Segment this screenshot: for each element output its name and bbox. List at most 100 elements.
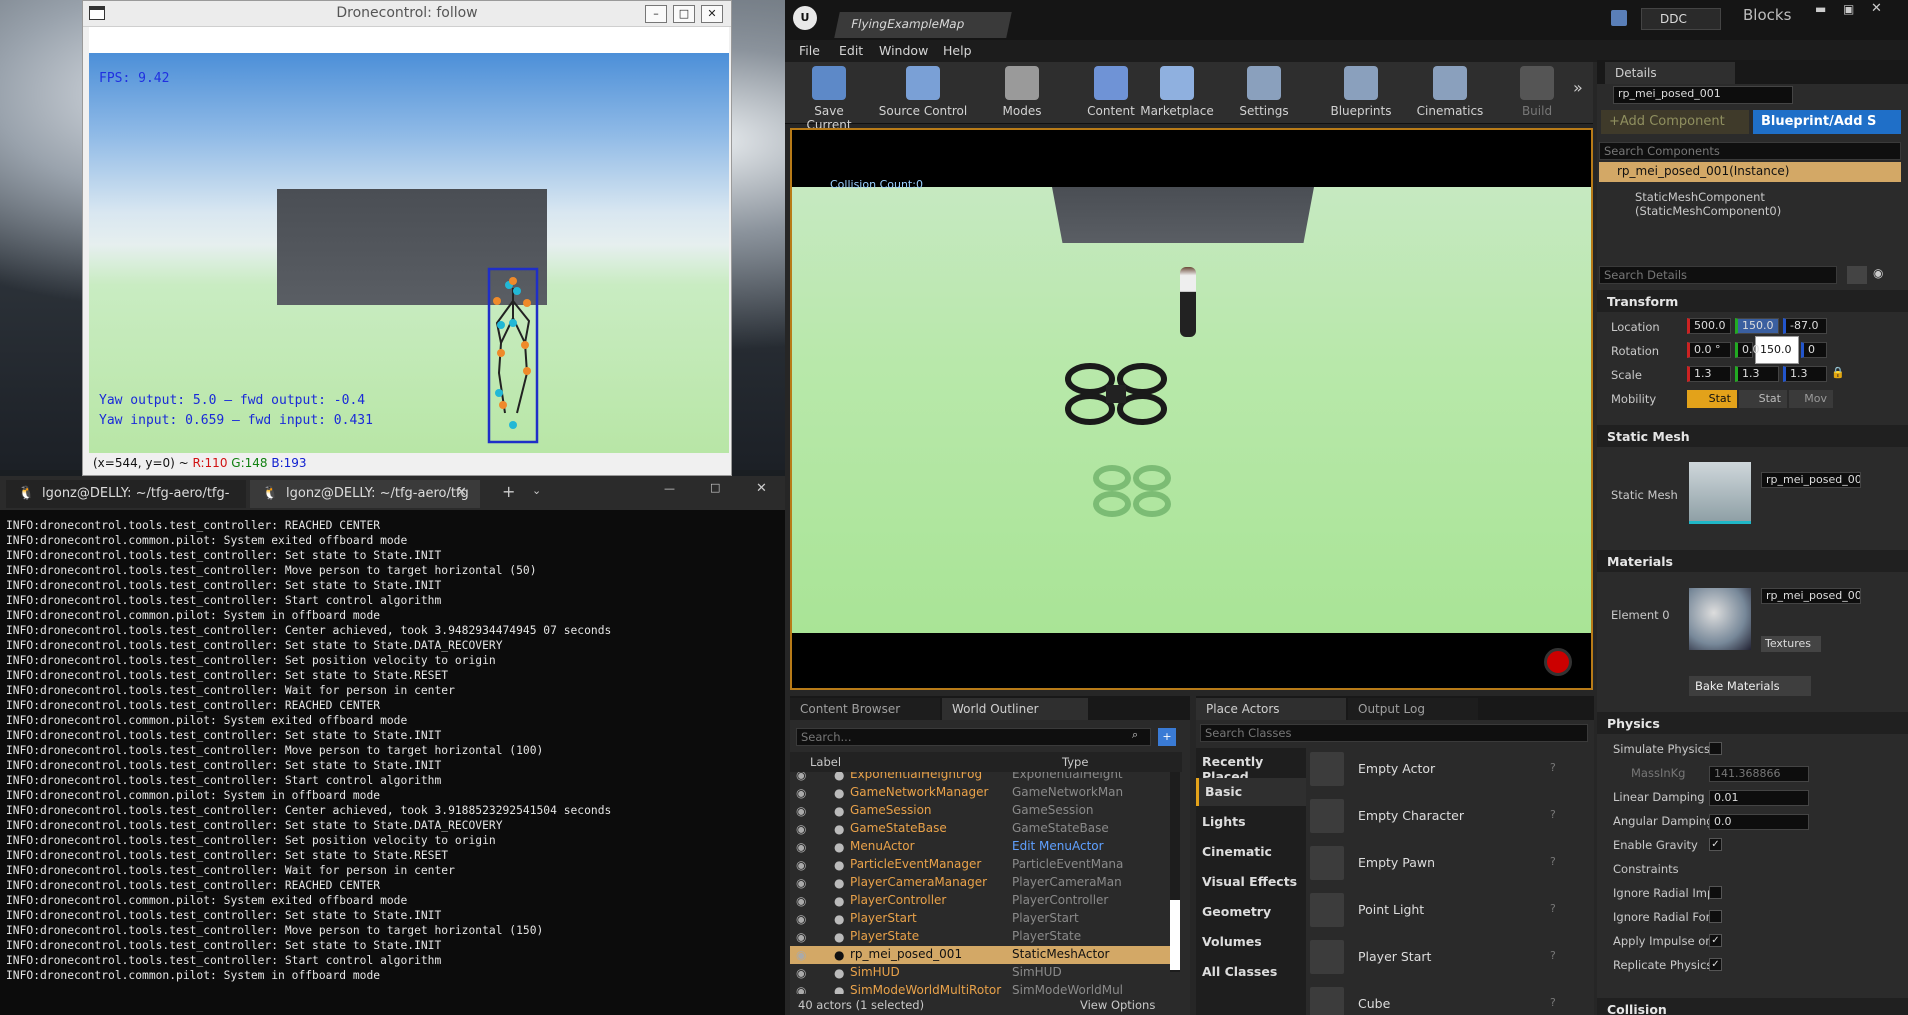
material-thumbnail[interactable] [1689, 588, 1751, 650]
textures-dropdown[interactable]: Textures [1761, 636, 1821, 652]
help-icon[interactable]: ? [1550, 949, 1556, 962]
place-actor-item[interactable]: Empty Pawn? [1310, 842, 1580, 886]
menu-file[interactable]: File [799, 43, 820, 58]
place-actor-item[interactable]: Empty Actor? [1310, 748, 1580, 792]
settings-button[interactable]: Settings [1233, 66, 1295, 118]
outliner-row[interactable]: ◉ ● rp_mei_posed_001 StaticMeshActor [790, 946, 1170, 964]
category-item[interactable]: Basic [1196, 778, 1306, 806]
minimize-icon[interactable]: — [664, 482, 675, 495]
visibility-icon[interactable]: ◉ [796, 786, 806, 800]
minimize-icon[interactable]: – [645, 5, 667, 23]
location-z[interactable]: -87.0 [1783, 318, 1827, 334]
outliner-row[interactable]: ◉ ● PlayerController PlayerController [790, 892, 1170, 910]
outliner-row[interactable]: ◉ ● PlayerStart PlayerStart [790, 910, 1170, 928]
outliner-search[interactable]: Search... [796, 728, 1151, 746]
section-collision[interactable]: Collision [1597, 998, 1908, 1015]
maximize-icon[interactable]: □ [673, 5, 695, 23]
help-icon[interactable]: ? [1550, 855, 1556, 868]
outliner-row[interactable]: ◉ ● GameStateBase GameStateBase [790, 820, 1170, 838]
bake-materials-button[interactable]: Bake Materials [1689, 676, 1811, 696]
visibility-icon[interactable]: ◉ [796, 822, 806, 836]
source-control-icon[interactable] [1611, 10, 1627, 26]
ddc-button[interactable]: DDC [1641, 8, 1721, 30]
visibility-icon[interactable]: ◉ [796, 966, 806, 980]
outliner-row[interactable]: ◉ ● PlayerCameraManager PlayerCameraMan [790, 874, 1170, 892]
scale-label[interactable]: Scale [1611, 368, 1642, 382]
help-icon[interactable]: ? [1550, 808, 1556, 821]
visibility-icon[interactable]: ◉ [796, 858, 806, 872]
help-icon[interactable]: ? [1550, 996, 1556, 1009]
classes-search[interactable]: Search Classes [1200, 724, 1588, 742]
mobility-stationary[interactable]: Stat [1739, 390, 1787, 408]
chevron-down-icon[interactable]: ⌄ [532, 484, 541, 497]
section-transform[interactable]: Transform [1597, 290, 1908, 312]
mobility-movable[interactable]: Mov [1789, 390, 1833, 408]
source-control-button[interactable]: Source Control [877, 66, 969, 118]
visibility-icon[interactable]: ◉ [796, 984, 806, 994]
lock-icon[interactable]: 🔒 [1831, 366, 1845, 379]
view-options[interactable]: View Options [1080, 998, 1155, 1012]
rotation-y[interactable]: 0.0 [1735, 342, 1760, 358]
window-titlebar[interactable]: Dronecontrol: follow – □ ✕ [83, 1, 731, 27]
outliner-row[interactable]: ◉ ● PlayerState PlayerState [790, 928, 1170, 946]
minimize-icon[interactable]: ▬ [1815, 2, 1826, 16]
record-button[interactable] [1544, 648, 1572, 676]
section-physics[interactable]: Physics [1597, 712, 1908, 734]
terminal-tab-1[interactable]: 🐧 lgonz@DELLY: ~/tfg-aero/tfg- [6, 480, 246, 508]
components-search[interactable]: Search Components [1599, 142, 1901, 160]
close-icon[interactable]: ✕ [701, 5, 723, 23]
outliner-row[interactable]: ◉ ● ExponentialHeightFog ExponentialHeight [790, 772, 1170, 784]
section-materials[interactable]: Materials [1597, 550, 1908, 572]
maximize-icon[interactable]: □ [710, 481, 720, 494]
outliner-row[interactable]: ◉ ● GameSession GameSession [790, 802, 1170, 820]
category-item[interactable]: Recently Placed [1196, 748, 1306, 784]
checkbox[interactable]: ✓ [1709, 838, 1722, 851]
scale-z[interactable]: 1.3 [1783, 366, 1827, 382]
tab-details[interactable]: Details [1605, 62, 1735, 84]
close-icon[interactable]: ✕ [756, 481, 767, 496]
blueprint-button[interactable]: Blueprint/Add S [1753, 110, 1901, 134]
menu-window[interactable]: Window [879, 43, 928, 58]
actor-name-field[interactable]: rp_mei_posed_001 [1613, 86, 1793, 104]
maximize-icon[interactable]: ▣ [1843, 2, 1854, 16]
save-current-button[interactable]: Save Current [793, 66, 865, 132]
rotation-x[interactable]: 0.0 ° [1687, 342, 1731, 358]
menu-help[interactable]: Help [943, 43, 972, 58]
category-item[interactable]: Geometry [1196, 898, 1306, 926]
scale-y[interactable]: 1.3 [1735, 366, 1779, 382]
place-actor-item[interactable]: Point Light? [1310, 889, 1580, 933]
category-item[interactable]: Volumes [1196, 928, 1306, 956]
location-x[interactable]: 500.0 [1687, 318, 1731, 334]
marketplace-button[interactable]: Marketplace [1137, 66, 1217, 118]
category-item[interactable]: Cinematic [1196, 838, 1306, 866]
visibility-icon[interactable]: ◉ [796, 840, 806, 854]
visibility-icon[interactable]: ◉ [796, 948, 806, 962]
more-icon[interactable]: » [1573, 78, 1583, 97]
details-search[interactable]: Search Details [1599, 266, 1837, 284]
visibility-icon[interactable]: ◉ [796, 894, 806, 908]
menu-edit[interactable]: Edit [839, 43, 863, 58]
rotation-label[interactable]: Rotation [1611, 344, 1659, 358]
outliner-row[interactable]: ◉ ● ParticleEventManager ParticleEventMana [790, 856, 1170, 874]
new-tab-icon[interactable]: + [502, 482, 515, 501]
outliner-row[interactable]: ◉ ● GameNetworkManager GameNetworkMan [790, 784, 1170, 802]
outliner-scrollbar[interactable] [1170, 772, 1180, 972]
visibility-icon[interactable]: ◉ [796, 930, 806, 944]
level-viewport[interactable]: Collision Count:0 [790, 128, 1593, 690]
linear-damping-field[interactable]: 0.01 [1709, 790, 1809, 806]
mobility-static[interactable]: Stat [1687, 390, 1737, 408]
section-static-mesh[interactable]: Static Mesh [1597, 425, 1908, 447]
tab-place-actors[interactable]: Place Actors [1196, 698, 1346, 720]
blueprints-button[interactable]: Blueprints [1321, 66, 1401, 118]
checkbox[interactable] [1709, 742, 1722, 755]
category-item[interactable]: All Classes [1196, 958, 1306, 986]
build-button[interactable]: Build [1507, 66, 1567, 118]
add-component-button[interactable]: +Add Component [1601, 110, 1749, 134]
visibility-icon[interactable]: ◉ [796, 772, 806, 782]
visibility-icon[interactable]: ◉ [796, 876, 806, 890]
terminal-tab-2[interactable]: 🐧 lgonz@DELLY: ~/tfg-aero/tfg [250, 480, 480, 508]
angular-damping-field[interactable]: 0.0 [1709, 814, 1809, 830]
instance-row[interactable]: rp_mei_posed_001(Instance) [1599, 162, 1901, 182]
category-item[interactable]: Visual Effects [1196, 868, 1306, 896]
outliner-row[interactable]: ◉ ● SimHUD SimHUD [790, 964, 1170, 982]
